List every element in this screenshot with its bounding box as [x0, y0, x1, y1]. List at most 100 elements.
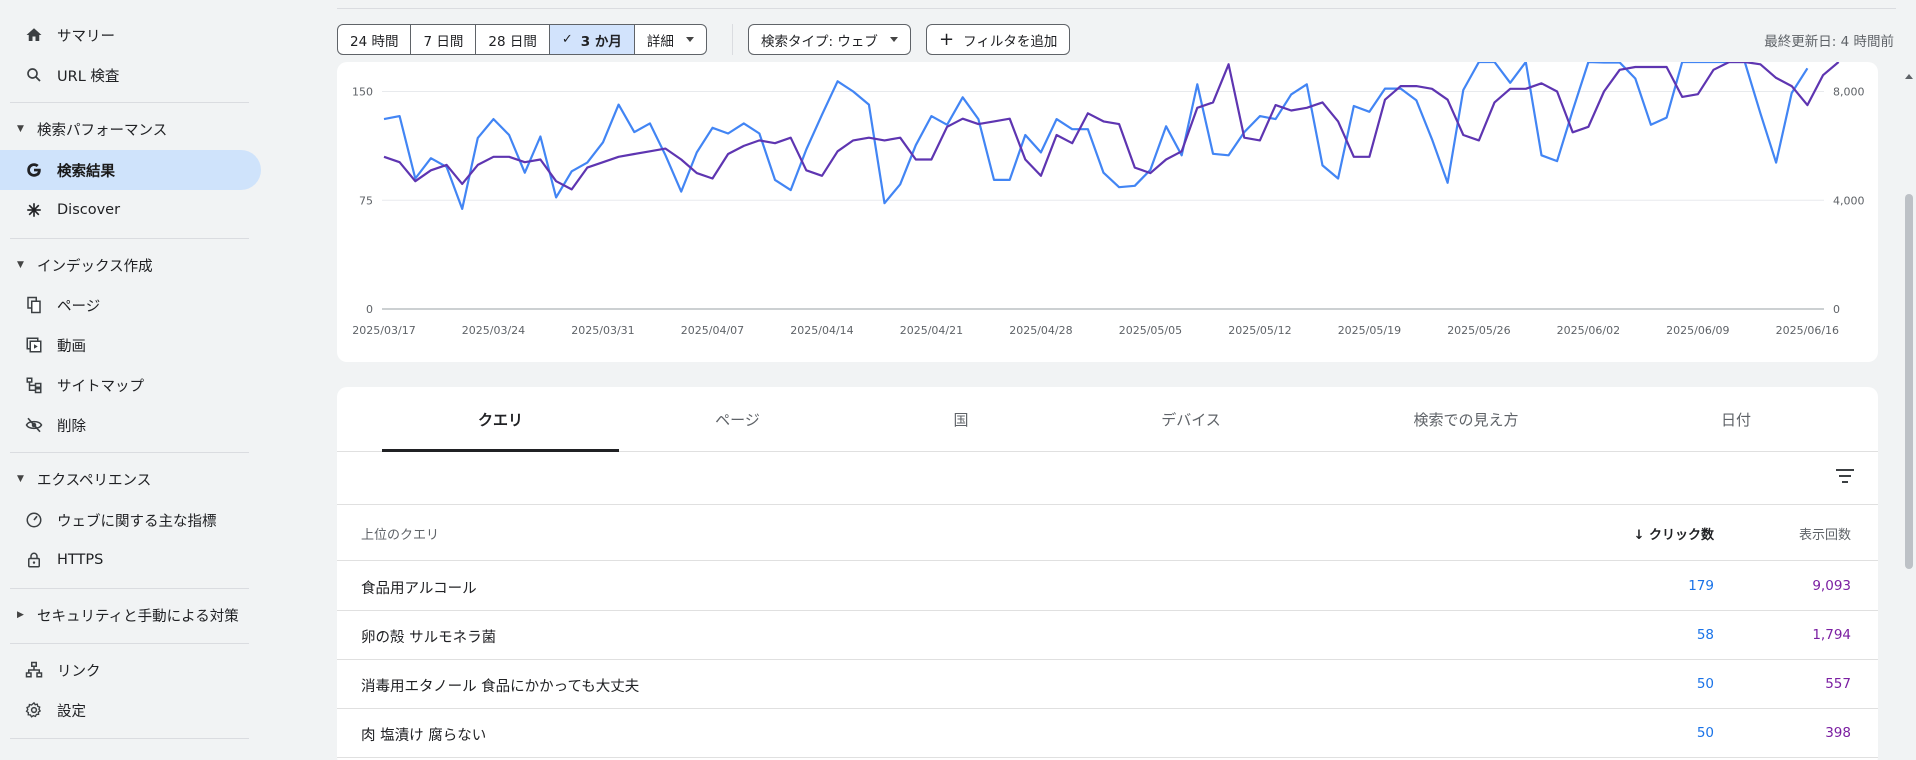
- impressions-cell: 557: [1825, 676, 1851, 692]
- x-tick-label: 2025/05/05: [1119, 324, 1182, 337]
- tab-page[interactable]: ページ: [619, 387, 856, 452]
- sitemap-icon: [24, 375, 44, 395]
- dimension-tabs: クエリ ページ 国 デバイス 検索での見え方 日付: [337, 387, 1878, 452]
- range-3m-button[interactable]: ✓ 3 か月: [549, 25, 635, 54]
- sidebar-item[interactable]: ウェブに関する主な指標: [0, 500, 261, 540]
- range-28d-button[interactable]: 28 日間: [476, 25, 550, 54]
- sidebar-section-label: エクスペリエンス: [37, 472, 152, 489]
- arrow-down-icon: ↓: [1633, 528, 1649, 543]
- table-row[interactable]: 消毒用エタノール 食品にかかっても大丈夫 50 557: [337, 660, 1878, 709]
- sidebar-item-label: サマリー: [57, 28, 115, 45]
- sidebar-divider: [10, 643, 249, 644]
- query-cell: 食品用アルコール: [361, 581, 477, 597]
- sidebar-item[interactable]: URL 検査: [0, 55, 261, 95]
- table-row[interactable]: 食品用アルコール 179 9,093: [337, 562, 1878, 611]
- sidebar-item[interactable]: 削除: [0, 405, 261, 445]
- sidebar-item-label: URL 検査: [57, 68, 120, 85]
- sidebar-item-label: ウェブに関する主な指標: [57, 513, 217, 530]
- sidebar-item-label: 動画: [57, 338, 86, 355]
- filter-list-icon[interactable]: [1835, 469, 1855, 487]
- impressions-series-line: [383, 62, 1840, 191]
- sidebar-item[interactable]: ページ: [0, 285, 261, 325]
- x-tick-label: 2025/05/19: [1338, 324, 1401, 337]
- sidebar-item[interactable]: サマリー: [0, 15, 261, 55]
- google-g-icon: [24, 160, 44, 180]
- tab-query[interactable]: クエリ: [382, 387, 619, 452]
- sidebar-section-header[interactable]: ▼ エクスペリエンス: [0, 464, 250, 494]
- tab-country[interactable]: 国: [856, 387, 1066, 452]
- top-divider: [337, 8, 1896, 9]
- x-tick-label: 2025/04/28: [1009, 324, 1072, 337]
- sidebar-divider: [10, 102, 249, 103]
- clicks-series-line: [383, 62, 1809, 210]
- scroll-up-icon[interactable]: [1905, 74, 1913, 79]
- page-scrollbar[interactable]: [1902, 0, 1916, 760]
- sidebar-item-label: リンク: [57, 663, 101, 680]
- dropdown-arrow-icon: [889, 37, 898, 42]
- range-24h-button[interactable]: 24 時間: [338, 25, 412, 54]
- x-tick-label: 2025/03/31: [571, 324, 634, 337]
- date-range-group: 24 時間 7 日間 28 日間 ✓ 3 か月 詳細: [337, 24, 707, 55]
- clicks-cell: 50: [1696, 676, 1714, 692]
- caret-down-icon: ▼: [17, 474, 24, 484]
- tab-search-appearance[interactable]: 検索での見え方: [1316, 387, 1616, 452]
- x-tick-label: 2025/06/02: [1557, 324, 1620, 337]
- y-tick-label-right: 4,000: [1833, 194, 1865, 207]
- clicks-cell: 179: [1688, 578, 1714, 594]
- sidebar-item-label: Discover: [57, 202, 121, 218]
- search-icon: [24, 65, 44, 85]
- sidebar-item-label: HTTPS: [57, 552, 104, 568]
- eye-off-icon: [24, 415, 44, 435]
- x-tick-label: 2025/04/21: [900, 324, 963, 337]
- clicks-cell: 50: [1696, 725, 1714, 741]
- sidebar-item[interactable]: HTTPS: [0, 540, 261, 580]
- asterisk-icon: [24, 200, 44, 220]
- tab-device[interactable]: デバイス: [1066, 387, 1316, 452]
- sidebar-divider: [10, 452, 249, 453]
- header-clicks[interactable]: ↓ クリック数: [1634, 524, 1714, 543]
- sidebar-section-label: 検索パフォーマンス: [37, 122, 168, 139]
- x-tick-label: 2025/03/17: [352, 324, 415, 337]
- pages-icon: [24, 295, 44, 315]
- x-tick-label: 2025/04/14: [790, 324, 853, 337]
- sidebar-item[interactable]: リンク: [0, 650, 261, 690]
- search-type-button[interactable]: 検索タイプ: ウェブ: [748, 24, 911, 55]
- results-table-card: クエリ ページ 国 デバイス 検索での見え方 日付 上位のクエリ ↓ クリック数…: [337, 387, 1878, 760]
- y-tick-label-left: 150: [352, 86, 373, 99]
- sidebar-section-label: セキュリティと手動による対策: [37, 608, 239, 625]
- toolbar-separator: [732, 24, 733, 55]
- range-label: 3 か月: [580, 33, 622, 50]
- range-more-button[interactable]: 詳細: [635, 25, 706, 54]
- sidebar-item[interactable]: サイトマップ: [0, 365, 261, 405]
- table-row[interactable]: 肉 塩漬け 腐らない 50 398: [337, 709, 1878, 758]
- scroll-thumb[interactable]: [1905, 194, 1913, 569]
- header-query[interactable]: 上位のクエリ: [361, 524, 439, 543]
- range-7d-button[interactable]: 7 日間: [411, 25, 477, 54]
- sidebar-item-label: 削除: [57, 418, 86, 435]
- add-filter-label: フィルタを追加: [963, 33, 1058, 50]
- sidebar-item[interactable]: 検索結果: [0, 150, 261, 190]
- sidebar-section-header[interactable]: ▼ 検索パフォーマンス: [0, 114, 250, 144]
- video-icon: [24, 335, 44, 355]
- plus-icon: +: [939, 28, 955, 50]
- y-tick-label-right: 0: [1833, 303, 1840, 316]
- sidebar-item[interactable]: 動画: [0, 325, 261, 365]
- sidebar-divider: [10, 588, 249, 589]
- sidebar-section-header[interactable]: ▶ セキュリティと手動による対策: [0, 600, 250, 630]
- range-label: 7 日間: [423, 33, 464, 50]
- tab-date[interactable]: 日付: [1616, 387, 1856, 452]
- active-tab-indicator: [382, 449, 619, 452]
- sidebar: サマリー URL 検査 ▼ 検索パフォーマンス 検索結果 Discover ▼ インデックス作…: [0, 0, 262, 760]
- y-tick-label-left: 75: [359, 194, 373, 207]
- sidebar-divider: [10, 238, 249, 239]
- table-filter-row: [337, 453, 1878, 505]
- x-tick-label: 2025/06/09: [1666, 324, 1729, 337]
- sidebar-section-header[interactable]: ▼ インデックス作成: [0, 250, 250, 280]
- x-tick-label: 2025/04/07: [681, 324, 744, 337]
- add-filter-button[interactable]: + フィルタを追加: [926, 24, 1071, 55]
- query-cell: 消毒用エタノール 食品にかかっても大丈夫: [361, 679, 640, 695]
- sidebar-item[interactable]: Discover: [0, 190, 261, 230]
- sidebar-item[interactable]: 設定: [0, 690, 261, 730]
- table-row[interactable]: 卵の殻 サルモネラ菌 58 1,794: [337, 611, 1878, 660]
- header-impressions[interactable]: 表示回数: [1799, 524, 1851, 543]
